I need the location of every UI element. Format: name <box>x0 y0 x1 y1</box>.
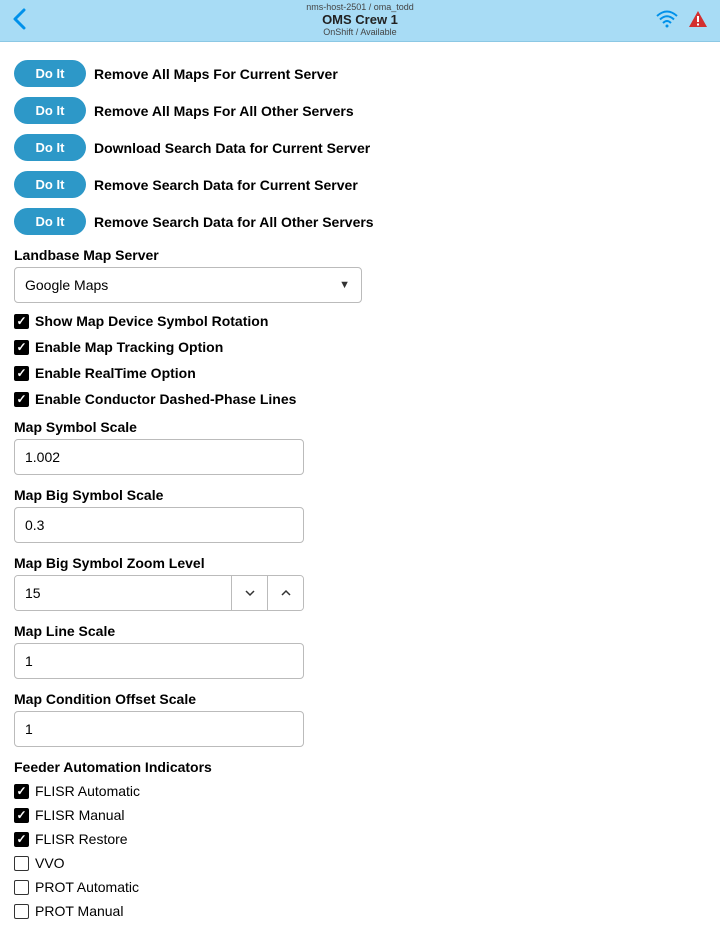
alert-icon[interactable] <box>688 10 708 31</box>
feeder-flisr-automatic[interactable]: FLISR Automatic <box>14 783 706 799</box>
zoom-level-input[interactable] <box>15 576 231 610</box>
back-button[interactable] <box>12 8 26 34</box>
action-remove-search-others: Do It Remove Search Data for All Other S… <box>14 208 706 235</box>
checkbox[interactable] <box>14 904 29 919</box>
header-title-block: nms-host-2501 / oma_todd OMS Crew 1 OnSh… <box>306 3 414 37</box>
toggle-conductor-dashed[interactable]: Enable Conductor Dashed-Phase Lines <box>14 391 706 407</box>
settings-content: Do It Remove All Maps For Current Server… <box>0 42 720 935</box>
field-symbol-scale: Map Symbol Scale <box>14 419 706 475</box>
checkbox-label: FLISR Manual <box>35 807 124 823</box>
checkbox-label: FLISR Automatic <box>35 783 140 799</box>
feeder-section-label: Feeder Automation Indicators <box>14 759 706 775</box>
action-label: Remove Search Data for Current Server <box>94 177 358 193</box>
action-label: Remove Search Data for All Other Servers <box>94 214 374 230</box>
app-header: nms-host-2501 / oma_todd OMS Crew 1 OnSh… <box>0 0 720 42</box>
field-line-scale: Map Line Scale <box>14 623 706 679</box>
field-label: Map Condition Offset Scale <box>14 691 706 707</box>
checkbox-label: Show Map Device Symbol Rotation <box>35 313 268 329</box>
header-title: OMS Crew 1 <box>306 13 414 27</box>
wifi-icon <box>656 10 678 31</box>
action-remove-maps-current: Do It Remove All Maps For Current Server <box>14 60 706 87</box>
action-label: Remove All Maps For All Other Servers <box>94 103 354 119</box>
toggle-realtime[interactable]: Enable RealTime Option <box>14 365 706 381</box>
checkbox[interactable] <box>14 856 29 871</box>
do-it-button[interactable]: Do It <box>14 60 86 87</box>
checkbox[interactable] <box>14 832 29 847</box>
header-actions <box>656 10 708 31</box>
field-label: Map Big Symbol Zoom Level <box>14 555 706 571</box>
checkbox-label: Enable RealTime Option <box>35 365 196 381</box>
condition-offset-input[interactable] <box>14 711 304 747</box>
toggle-map-tracking[interactable]: Enable Map Tracking Option <box>14 339 706 355</box>
feeder-flisr-restore[interactable]: FLISR Restore <box>14 831 706 847</box>
checkbox[interactable] <box>14 880 29 895</box>
checkbox[interactable] <box>14 366 29 381</box>
landbase-select-input[interactable] <box>14 267 362 303</box>
chevron-down-icon <box>244 587 256 599</box>
field-big-symbol-zoom: Map Big Symbol Zoom Level <box>14 555 706 611</box>
landbase-select[interactable]: ▼ <box>14 267 362 303</box>
action-label: Download Search Data for Current Server <box>94 140 370 156</box>
zoom-level-stepper <box>14 575 304 611</box>
do-it-button[interactable]: Do It <box>14 134 86 161</box>
action-label: Remove All Maps For Current Server <box>94 66 338 82</box>
field-condition-offset: Map Condition Offset Scale <box>14 691 706 747</box>
feeder-vvo[interactable]: VVO <box>14 855 706 871</box>
do-it-button[interactable]: Do It <box>14 97 86 124</box>
checkbox-label: Enable Map Tracking Option <box>35 339 223 355</box>
big-symbol-scale-input[interactable] <box>14 507 304 543</box>
chevron-up-icon <box>280 587 292 599</box>
field-label: Map Symbol Scale <box>14 419 706 435</box>
checkbox-label: PROT Automatic <box>35 879 139 895</box>
field-big-symbol-scale: Map Big Symbol Scale <box>14 487 706 543</box>
feeder-flisr-manual[interactable]: FLISR Manual <box>14 807 706 823</box>
toggle-symbol-rotation[interactable]: Show Map Device Symbol Rotation <box>14 313 706 329</box>
landbase-label: Landbase Map Server <box>14 247 706 263</box>
action-remove-maps-others: Do It Remove All Maps For All Other Serv… <box>14 97 706 124</box>
stepper-up-button[interactable] <box>267 576 303 610</box>
checkbox-label: FLISR Restore <box>35 831 128 847</box>
field-label: Map Big Symbol Scale <box>14 487 706 503</box>
do-it-button[interactable]: Do It <box>14 171 86 198</box>
action-remove-search-current: Do It Remove Search Data for Current Ser… <box>14 171 706 198</box>
checkbox-label: VVO <box>35 855 65 871</box>
do-it-button[interactable]: Do It <box>14 208 86 235</box>
checkbox[interactable] <box>14 784 29 799</box>
checkbox[interactable] <box>14 392 29 407</box>
action-download-search-current: Do It Download Search Data for Current S… <box>14 134 706 161</box>
checkbox[interactable] <box>14 314 29 329</box>
checkbox-label: Enable Conductor Dashed-Phase Lines <box>35 391 296 407</box>
feeder-prot-manual[interactable]: PROT Manual <box>14 903 706 919</box>
feeder-prot-automatic[interactable]: PROT Automatic <box>14 879 706 895</box>
symbol-scale-input[interactable] <box>14 439 304 475</box>
checkbox[interactable] <box>14 808 29 823</box>
field-label: Map Line Scale <box>14 623 706 639</box>
header-status: OnShift / Available <box>306 28 414 38</box>
stepper-down-button[interactable] <box>231 576 267 610</box>
line-scale-input[interactable] <box>14 643 304 679</box>
checkbox-label: PROT Manual <box>35 903 123 919</box>
checkbox[interactable] <box>14 340 29 355</box>
